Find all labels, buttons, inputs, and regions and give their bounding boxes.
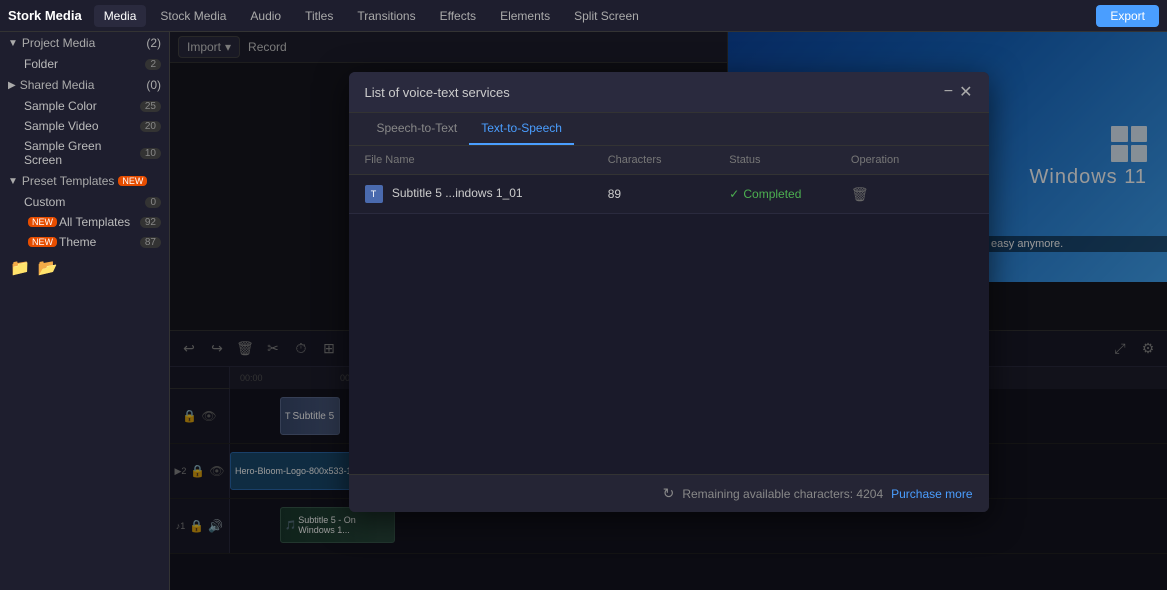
sample-color-label: Sample Color	[24, 99, 140, 113]
sidebar-item-all-templates[interactable]: NEW All Templates 92	[0, 212, 169, 232]
sample-green-count: 10	[140, 148, 161, 159]
tab-transitions[interactable]: Transitions	[347, 5, 425, 27]
theme-label: Theme	[59, 235, 140, 249]
sidebar: ▼ Project Media (2) Folder 2 ▶ Shared Me…	[0, 32, 170, 590]
folder-count: 2	[145, 59, 161, 70]
remaining-text: Remaining available characters: 4204	[682, 487, 883, 501]
sidebar-bottom-icons: 📁 📂	[0, 252, 169, 284]
content-area: Import ▾ Record + Import Media Windows 1…	[170, 32, 1167, 590]
new-badge-3: NEW	[28, 237, 57, 247]
refresh-icon[interactable]: ↻	[663, 485, 675, 502]
sidebar-item-sample-video[interactable]: Sample Video 20	[0, 116, 169, 136]
tab-effects[interactable]: Effects	[430, 5, 486, 27]
top-bar: Stork Media Media Stock Media Audio Titl…	[0, 0, 1167, 32]
sidebar-item-sample-green[interactable]: Sample Green Screen 10	[0, 136, 169, 170]
modal-body: File Name Characters Status Operation T …	[349, 146, 989, 474]
sidebar-item-preset-templates[interactable]: ▼ Preset Templates NEW	[0, 170, 169, 192]
sidebar-item-sample-color[interactable]: Sample Color 25	[0, 96, 169, 116]
app-title: Stork Media	[8, 8, 82, 23]
tab-audio[interactable]: Audio	[240, 5, 291, 27]
tab-speech-to-text[interactable]: Speech-to-Text	[365, 113, 470, 145]
modal-minimize-button[interactable]: −	[944, 83, 953, 101]
modal-title: List of voice-text services	[365, 85, 510, 100]
new-folder-icon[interactable]: 📁	[10, 258, 30, 278]
sidebar-label-project-media: Project Media	[22, 36, 95, 50]
row-characters: 89	[608, 187, 730, 201]
col-status: Status	[729, 154, 851, 166]
new-badge-2: NEW	[28, 217, 57, 227]
sidebar-item-folder[interactable]: Folder 2	[0, 54, 169, 74]
preset-templates-label: Preset Templates	[22, 174, 115, 188]
tab-media[interactable]: Media	[94, 5, 147, 27]
tab-elements[interactable]: Elements	[490, 5, 560, 27]
sample-video-label: Sample Video	[24, 119, 140, 133]
shared-count-val: 0	[150, 78, 157, 92]
status-badge: ✓ Completed	[729, 187, 851, 201]
sidebar-item-project-media[interactable]: ▼ Project Media (2)	[0, 32, 169, 54]
tab-text-to-speech[interactable]: Text-to-Speech	[469, 113, 574, 145]
row-filename: T Subtitle 5 ...indows 1_01	[365, 185, 608, 203]
project-media-count-val: 2	[150, 36, 157, 50]
sample-green-label: Sample Green Screen	[24, 139, 140, 167]
export-button[interactable]: Export	[1096, 5, 1159, 27]
chevron-down-icon-2: ▼	[8, 176, 18, 187]
modal-overlay: List of voice-text services − ✕ Speech-t…	[170, 32, 1167, 590]
shared-media-label: Shared Media	[20, 78, 95, 92]
modal-close-button[interactable]: ✕	[959, 82, 972, 102]
sample-color-count: 25	[140, 101, 161, 112]
sample-video-count: 20	[140, 121, 161, 132]
check-icon: ✓	[729, 187, 739, 201]
chevron-right-icon: ▶	[8, 80, 16, 91]
main-layout: ▼ Project Media (2) Folder 2 ▶ Shared Me…	[0, 32, 1167, 590]
theme-count: 87	[140, 237, 161, 248]
col-filename: File Name	[365, 154, 608, 166]
purchase-more-link[interactable]: Purchase more	[891, 487, 972, 501]
tab-split[interactable]: Split Screen	[564, 5, 649, 27]
file-icon: T	[365, 185, 383, 203]
sidebar-item-shared-media[interactable]: ▶ Shared Media (0)	[0, 74, 169, 96]
col-operation: Operation	[851, 154, 973, 166]
sidebar-item-theme[interactable]: NEW Theme 87	[0, 232, 169, 252]
modal-table-header: File Name Characters Status Operation	[349, 146, 989, 175]
folder-label: Folder	[24, 57, 145, 71]
tab-titles[interactable]: Titles	[295, 5, 343, 27]
modal-footer: ↻ Remaining available characters: 4204 P…	[349, 474, 989, 512]
new-badge: NEW	[118, 176, 147, 186]
all-templates-label: All Templates	[59, 215, 140, 229]
table-row: T Subtitle 5 ...indows 1_01 89 ✓ Complet…	[349, 175, 989, 214]
all-templates-count: 92	[140, 217, 161, 228]
custom-label: Custom	[24, 195, 145, 209]
modal-empty-area	[349, 214, 989, 474]
modal-header: List of voice-text services − ✕	[349, 72, 989, 113]
col-characters: Characters	[608, 154, 730, 166]
chevron-down-icon: ▼	[8, 38, 18, 49]
modal-tabs: Speech-to-Text Text-to-Speech	[349, 113, 989, 146]
add-icon[interactable]: 📂	[38, 258, 58, 278]
custom-count: 0	[145, 197, 161, 208]
sidebar-item-custom[interactable]: Custom 0	[0, 192, 169, 212]
delete-row-button[interactable]: 🗑	[851, 186, 973, 203]
modal-voice-text: List of voice-text services − ✕ Speech-t…	[349, 72, 989, 512]
tab-stock[interactable]: Stock Media	[150, 5, 236, 27]
